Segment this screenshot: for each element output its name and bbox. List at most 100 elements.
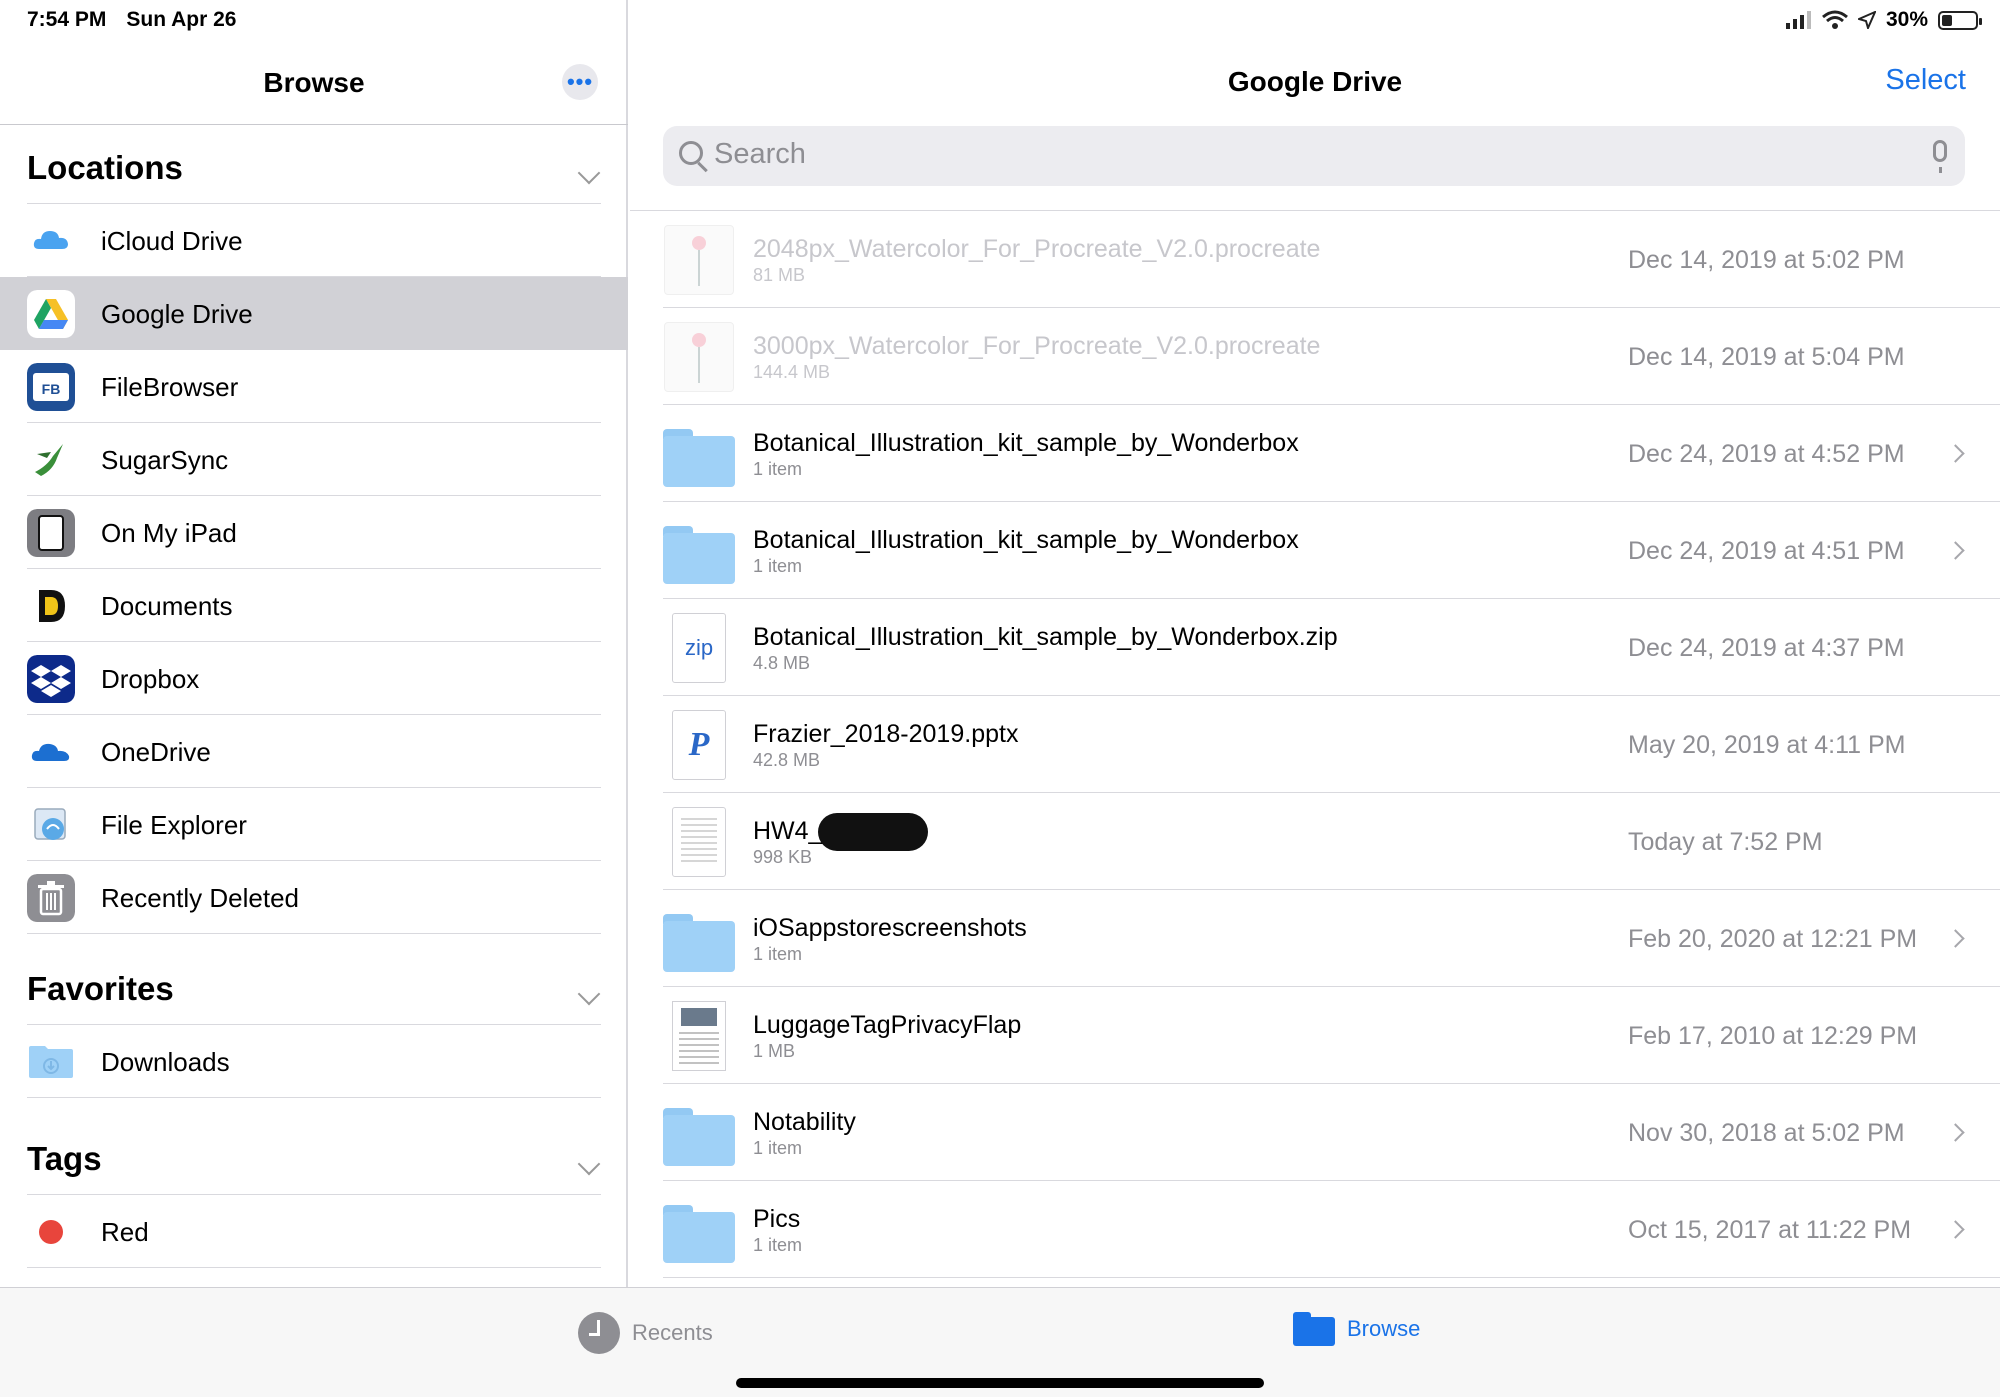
file-name: HW4_	[753, 817, 823, 845]
file-date: Nov 30, 2018 at 5:02 PM	[1628, 1119, 1905, 1147]
ipad-icon	[27, 509, 75, 557]
tab-bar: Recents Browse	[0, 1287, 2000, 1397]
file-meta: 998 KB	[753, 847, 813, 867]
tab-browse-label: Browse	[1347, 1316, 1421, 1341]
sidebar-item-recently-deleted[interactable]: Recently Deleted	[0, 861, 628, 934]
file-thumbnail	[663, 418, 735, 490]
document-thumbnail-icon	[672, 807, 726, 877]
sidebar-item-label: FileBrowser	[101, 372, 239, 402]
sidebar-item-label: OneDrive	[101, 737, 211, 767]
file-meta: 1 item	[753, 1138, 803, 1158]
tab-recents[interactable]: Recents	[578, 1312, 713, 1354]
sidebar-item-label: iCloud Drive	[101, 226, 243, 256]
file-row[interactable]: HW4_ 998 KB Today at 7:52 PM	[630, 793, 2000, 890]
file-list: 2048px_Watercolor_For_Procreate_V2.0.pro…	[630, 211, 2000, 1278]
tags-section: Tags Red	[0, 1117, 628, 1268]
file-thumbnail	[663, 1097, 735, 1169]
folder-icon	[663, 526, 735, 584]
file-thumbnail	[663, 321, 735, 393]
sidebar-item-documents[interactable]: Documents	[0, 569, 628, 642]
sidebar-item-file-explorer[interactable]: File Explorer	[0, 788, 628, 861]
file-thumbnail	[663, 1000, 735, 1072]
locations-title: Locations	[27, 149, 183, 186]
main-pane: Google Drive Select 2048px_Watercolor_Fo…	[630, 0, 2000, 1287]
file-explorer-icon	[27, 801, 75, 849]
file-row[interactable]: P Frazier_2018-2019.pptx 42.8 MB May 20, 20…	[630, 696, 2000, 793]
file-name: Frazier_2018-2019.pptx	[753, 720, 1019, 748]
trash-icon	[27, 874, 75, 922]
sidebar-item-label: Google Drive	[101, 299, 253, 329]
folder-row[interactable]: Botanical_Illustration_kit_sample_by_Won…	[630, 502, 2000, 599]
chevron-right-icon	[1946, 444, 1965, 463]
sidebar: Browse ••• Locations iCloud Drive Google …	[0, 0, 628, 1287]
select-button[interactable]: Select	[1885, 64, 1966, 97]
procreate-thumbnail-icon	[664, 225, 734, 295]
folder-icon	[663, 914, 735, 972]
redaction-mark	[818, 813, 928, 851]
svg-text:FB: FB	[42, 381, 61, 397]
file-thumbnail	[663, 515, 735, 587]
file-date: Oct 15, 2017 at 11:22 PM	[1628, 1216, 1912, 1244]
sidebar-item-on-my-ipad[interactable]: On My iPad	[0, 496, 628, 569]
search-bar[interactable]	[663, 126, 1965, 186]
file-meta: 1 MB	[753, 1041, 796, 1061]
file-row[interactable]: LuggageTagPrivacyFlap 1 MB Feb 17, 2010 at…	[630, 987, 2000, 1084]
sidebar-item-label: File Explorer	[101, 810, 247, 840]
file-date: Today at 7:52 PM	[1628, 828, 1823, 856]
chevron-down-icon[interactable]	[577, 982, 601, 1006]
icloud-icon	[27, 217, 75, 265]
documents-icon	[27, 582, 75, 630]
file-thumbnail	[663, 1194, 735, 1266]
file-date: Dec 14, 2019 at 5:02 PM	[1628, 246, 1905, 274]
sidebar-item-icloud-drive[interactable]: iCloud Drive	[0, 204, 628, 277]
dropbox-icon	[27, 655, 75, 703]
file-date: Dec 24, 2019 at 4:52 PM	[1628, 440, 1905, 468]
file-meta: 1 item	[753, 1235, 803, 1255]
file-row[interactable]: 3000px_Watercolor_For_Procreate_V2.0.pro…	[630, 308, 2000, 405]
more-options-button[interactable]: •••	[562, 64, 598, 100]
sidebar-item-filebrowser[interactable]: FB FileBrowser	[0, 350, 628, 423]
sidebar-item-onedrive[interactable]: OneDrive	[0, 715, 628, 788]
file-date: Dec 24, 2019 at 4:37 PM	[1628, 634, 1905, 662]
tab-browse[interactable]: Browse	[1293, 1312, 1420, 1346]
search-input[interactable]	[714, 138, 1814, 171]
home-indicator[interactable]	[736, 1378, 1264, 1388]
tag-item-red[interactable]: Red	[0, 1195, 628, 1268]
search-icon	[679, 141, 703, 165]
favorites-title: Favorites	[27, 970, 174, 1007]
folder-icon	[663, 1205, 735, 1263]
tags-list: Red	[0, 1195, 628, 1268]
favorites-header[interactable]: Favorites	[27, 947, 601, 1025]
file-name: Notability	[753, 1108, 856, 1136]
file-thumbnail	[663, 903, 735, 975]
sidebar-item-label: Recently Deleted	[101, 883, 299, 913]
chevron-down-icon[interactable]	[577, 1152, 601, 1176]
locations-header[interactable]: Locations	[27, 126, 601, 204]
folder-row[interactable]: Botanical_Illustration_kit_sample_by_Won…	[630, 405, 2000, 502]
file-row[interactable]: 2048px_Watercolor_For_Procreate_V2.0.pro…	[630, 211, 2000, 308]
sidebar-item-dropbox[interactable]: Dropbox	[0, 642, 628, 715]
sidebar-item-google-drive[interactable]: Google Drive	[0, 277, 628, 350]
divider	[27, 1267, 601, 1268]
divider	[663, 1277, 2000, 1278]
divider	[27, 933, 601, 934]
file-name: Pics	[753, 1205, 801, 1233]
file-meta: 42.8 MB	[753, 750, 821, 770]
chevron-down-icon[interactable]	[577, 161, 601, 185]
tags-header[interactable]: Tags	[27, 1117, 601, 1195]
onedrive-icon	[27, 728, 75, 776]
tag-label: Red	[101, 1217, 149, 1247]
folder-row[interactable]: Notability 1 item Nov 30, 2018 at 5:02 PM	[630, 1084, 2000, 1181]
file-row[interactable]: zip Botanical_Illustration_kit_sample_by_…	[630, 599, 2000, 696]
microphone-icon[interactable]	[1933, 140, 1947, 173]
folder-row[interactable]: iOSappstorescreenshots 1 item Feb 20, 2020…	[630, 890, 2000, 987]
sidebar-item-sugarsync[interactable]: SugarSync	[0, 423, 628, 496]
folder-row[interactable]: Pics 1 item Oct 15, 2017 at 11:22 PM	[630, 1181, 2000, 1278]
file-name: Botanical_Illustration_kit_sample_by_Won…	[753, 429, 1299, 457]
sidebar-item-downloads[interactable]: Downloads	[0, 1025, 628, 1098]
file-thumbnail	[663, 224, 735, 296]
folder-icon	[663, 1108, 735, 1166]
file-thumbnail: zip	[663, 612, 735, 684]
file-meta: 1 item	[753, 459, 803, 479]
file-thumbnail	[663, 806, 735, 878]
